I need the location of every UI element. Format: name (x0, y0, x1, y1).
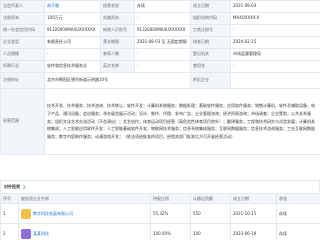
investments-section-header: 对外投资 2 (0, 180, 320, 193)
col-name: 被投资企业名称 (18, 193, 151, 204)
approval-date-label: 核准日期 (190, 36, 231, 49)
nearby-value (230, 72, 320, 89)
reg-capital-value: 100万元 (44, 12, 101, 25)
english-name-label: 英文名称 (100, 60, 135, 73)
investments-table: 序号 被投资企业名称 持股比例 认缴出资额 成立日期 状态 1 数字科技发展有限… (0, 193, 320, 240)
col-status: 状态 (276, 193, 320, 204)
credit-code-label: 统一社会信用代码 (0, 24, 45, 37)
row-no: 2 (0, 223, 19, 240)
row-status: 存续 (276, 203, 320, 224)
status-value: 存续 (134, 0, 191, 13)
col-ratio: 持股比例 (150, 193, 191, 204)
insured-value: - (134, 48, 191, 61)
insured-label: 参保人数 (100, 48, 135, 61)
company-logo-icon (21, 208, 31, 219)
established-value: 2021-08-03 (230, 0, 320, 13)
row-status: 存续 (276, 223, 320, 240)
credit-code-value: 91320000MA4UXXXXXX (44, 24, 101, 37)
address-value: 北京市朝阳区望京街道示例路10号 (44, 72, 191, 89)
english-name-value: - (134, 60, 191, 73)
legal-rep-label: 法定代表人 (0, 0, 45, 13)
reg-no-value: - (230, 24, 320, 37)
approval-date-value: 2024-02-15 (230, 36, 320, 49)
former-name-value: - (230, 60, 320, 73)
org-code-value: MA4UXXXX-X (230, 12, 320, 25)
row-date: 2021-10-15 (230, 203, 277, 224)
term-label: 营业期限 (100, 36, 135, 49)
tax-id-value: 91320000MA4UXXXXXX (134, 24, 191, 37)
scope-cell: 技术开发、技术服务、技术咨询、技术转让；软件开发；计算机系统服务；数据处理；基础… (44, 88, 320, 155)
paid-capital-value: - (134, 12, 191, 25)
row-amount: 100 (190, 223, 231, 240)
row-entity[interactable]: 数字科技发展有限公司 (18, 203, 151, 224)
company-type-value: 有限责任公司 (44, 36, 101, 49)
industry-label: 所属行业 (0, 60, 45, 73)
former-name-label: 曾用名 (190, 60, 231, 73)
row-name[interactable]: 数字科技发展有限公司 (33, 211, 73, 217)
status-label: 经营状态 (100, 0, 135, 13)
row-ratio: 55.32% (150, 203, 191, 224)
authority-label: 登记机关 (190, 48, 231, 61)
col-date: 成立日期 (230, 193, 277, 204)
authority-value: 市场监督管理局 (230, 48, 320, 61)
row-amount: 550 (190, 203, 231, 224)
org-code-label: 组织机构代码 (190, 12, 231, 25)
staff-size-value: - (44, 48, 101, 61)
row-date: 2023-06-19 (230, 223, 277, 240)
business-info-table: 法定代表人 胡子雅 经营状态 存续 成立日期 2021-08-03 注册资本 1… (0, 0, 320, 155)
col-amount: 认缴出资额 (190, 193, 231, 204)
scope-value: 技术开发、技术服务、技术咨询、技术转让；软件开发；计算机系统服务；数据处理；基础… (47, 103, 315, 140)
industry-value: 软件和信息技术服务业 (44, 60, 101, 73)
row-ratio: 100.00% (150, 223, 191, 240)
table-row: 2 某某科技 100.00% 100 2023-06-19 存续 (0, 223, 320, 240)
row-entity[interactable]: 某某科技 (18, 223, 151, 240)
legal-rep-value[interactable]: 胡子雅 (44, 0, 101, 13)
investments-count: 2 (23, 184, 26, 190)
scope-label: 经营范围 (0, 88, 45, 155)
paid-capital-label: 实缴资本 (100, 12, 135, 25)
company-type-label: 企业类型 (0, 36, 45, 49)
tax-id-label: 纳税人识别号 (100, 24, 135, 37)
row-no: 1 (0, 203, 19, 224)
table-row: 1 数字科技发展有限公司 55.32% 550 2021-10-15 存续 (0, 203, 320, 224)
established-label: 成立日期 (190, 0, 231, 13)
col-no: 序号 (0, 193, 19, 204)
term-value: 2021-08-03 至 无固定期限 (134, 36, 191, 49)
company-logo-icon (21, 228, 31, 239)
staff-size-label: 人员规模 (0, 48, 45, 61)
address-label: 注册地址 (0, 72, 45, 89)
investments-title: 对外投资 (4, 184, 20, 189)
reg-no-label: 工商注册号 (190, 24, 231, 37)
row-name[interactable]: 某某科技 (33, 231, 49, 237)
reg-capital-label: 注册资本 (0, 12, 45, 25)
nearby-label[interactable]: 附近企业 (190, 72, 231, 89)
